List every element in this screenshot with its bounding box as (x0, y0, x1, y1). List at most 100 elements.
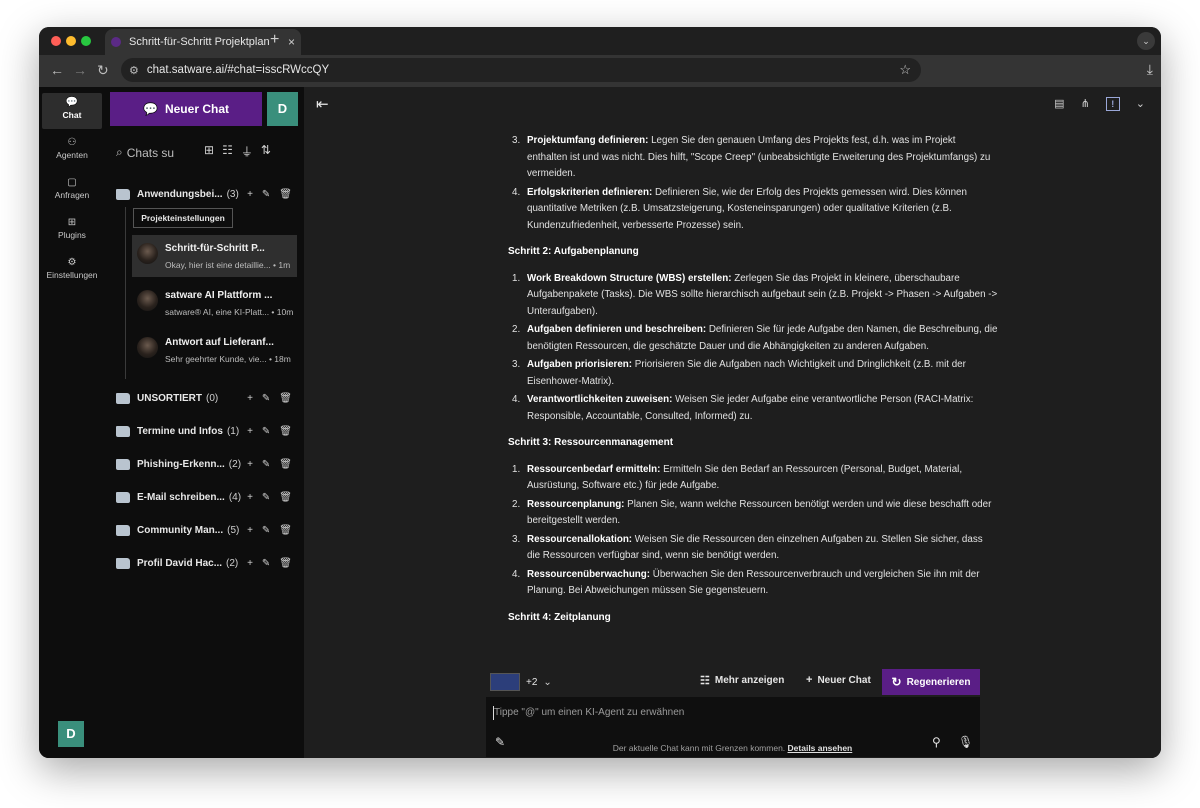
folder-item[interactable]: Anwendungsbei... (3) + ✎ 🗑 (116, 185, 298, 203)
new-folder-icon[interactable]: ⊞ (204, 143, 214, 160)
rail-item-agents[interactable]: ⚇ Agenten (42, 133, 102, 169)
show-more-button[interactable]: ☷ Mehr anzeigen (700, 674, 784, 687)
list-number: 4. (512, 394, 521, 405)
minimize-window-button[interactable] (66, 36, 76, 46)
chat-item[interactable]: Antwort auf Lieferanf... Sehr geehrter K… (132, 329, 297, 371)
address-bar[interactable]: ⚙ chat.satware.ai/#chat=isscRWccQY ☆ (121, 58, 921, 82)
rail-item-prompts[interactable]: ▢ Anfragen (42, 173, 102, 209)
delete-icon[interactable]: 🗑 (279, 393, 292, 404)
chat-title: Antwort auf Lieferanf... (165, 337, 274, 348)
chat-search-input[interactable]: ⌕ Chats su (116, 145, 174, 160)
folder-icon (116, 425, 130, 437)
add-icon[interactable]: + (247, 189, 253, 200)
list-item-title: Erfolgskriterien definieren: (527, 186, 653, 198)
search-placeholder[interactable]: Chats su (127, 146, 174, 160)
add-icon[interactable]: + (247, 492, 253, 503)
chevron-down-icon[interactable]: ⌄ (543, 677, 551, 688)
chat-item[interactable]: satware AI Plattform ... satware® AI, ei… (132, 282, 297, 324)
delete-icon[interactable]: 🗑 (279, 525, 292, 536)
details-link[interactable]: Details ansehen (788, 743, 853, 753)
folder-item[interactable]: Phishing-Erkenn... (2) + ✎ 🗑 (116, 455, 298, 473)
edit-icon[interactable]: ✎ (262, 492, 270, 503)
favicon-icon (111, 37, 121, 47)
new-chat-icon: 💬 (143, 102, 158, 116)
list-item-title: Ressourcenbedarf ermitteln: (527, 463, 661, 475)
sidebar-toggle-icon[interactable]: ⇤ (316, 95, 329, 113)
add-icon[interactable]: + (247, 459, 253, 470)
model-selector[interactable]: +2 ⌄ (490, 672, 552, 692)
edit-icon[interactable]: ✎ (262, 558, 270, 569)
new-chat-action-button[interactable]: + Neuer Chat (806, 674, 871, 686)
folder-actions: + ✎ 🗑 (247, 492, 292, 503)
edit-icon[interactable]: ✎ (262, 189, 270, 200)
list-item: 1. Ressourcenbedarf ermitteln: Ermitteln … (508, 462, 998, 495)
tab-bar: Schritt-für-Schritt Projektplan × + ⌄ (39, 27, 1161, 55)
site-settings-icon[interactable]: ⚙ (129, 64, 139, 77)
folder-actions: + ✎ 🗑 (247, 558, 292, 569)
list-number: 4. (512, 568, 521, 580)
add-icon[interactable]: + (247, 426, 253, 437)
sort-icon[interactable]: ⇅ (261, 143, 271, 160)
folder-icon (116, 458, 130, 470)
delete-icon[interactable]: 🗑 (279, 426, 292, 437)
regenerate-button[interactable]: ↻ Regenerieren (882, 669, 980, 695)
edit-icon[interactable]: ✎ (262, 459, 270, 470)
rail-item-plugins[interactable]: ⊞ Plugins (42, 213, 102, 249)
section-heading: Schritt 2: Aufgabenplanung (508, 246, 639, 257)
delete-icon[interactable]: 🗑 (279, 558, 292, 569)
new-tab-button[interactable]: + (270, 31, 279, 49)
edit-icon[interactable]: ✎ (262, 525, 270, 536)
add-icon[interactable]: + (247, 558, 253, 569)
folder-item[interactable]: Profil David Hac... (2) + ✎ 🗑 (116, 554, 298, 572)
chat-list-panel: 💬 Neuer Chat D ⌕ Chats su ⊞ ☷ ⏚ ⇅ Anwend… (104, 87, 304, 758)
share-icon[interactable]: ⋔ (1081, 97, 1090, 111)
plugins-icon: ⊞ (67, 217, 77, 228)
back-icon[interactable]: ← (50, 62, 64, 78)
input-placeholder[interactable]: Tippe "@" um einen KI-Agent zu erwähnen (494, 707, 684, 718)
list-item: 2. Ressourcenplanung: Planen Sie, wann we… (508, 497, 998, 530)
add-icon[interactable]: + (247, 393, 253, 404)
folder-item[interactable]: UNSORTIERT (0) + ✎ 🗑 (116, 389, 298, 407)
folder-icon (116, 557, 130, 569)
avatar[interactable]: D (58, 721, 84, 747)
add-icon[interactable]: + (247, 525, 253, 536)
url-text[interactable]: chat.satware.ai/#chat=isscRWccQY (147, 64, 899, 76)
delete-icon[interactable]: 🗑 (279, 492, 292, 503)
maximize-window-button[interactable] (81, 36, 91, 46)
close-window-button[interactable] (51, 36, 61, 46)
tab-menu-icon[interactable]: ⌄ (1137, 32, 1155, 50)
list-number: 4. (512, 186, 521, 198)
section-heading: Schritt 3: Ressourcenmanagement (508, 437, 674, 448)
forward-icon[interactable]: → (73, 62, 87, 78)
rail-item-settings[interactable]: ⚙ Einstellungen (42, 253, 102, 289)
browser-window: Schritt-für-Schritt Projektplan × + ⌄ ← … (39, 27, 1161, 758)
reload-icon[interactable]: ↻ (97, 62, 109, 79)
chat-avatar (137, 243, 158, 264)
user-avatar[interactable]: D (267, 92, 298, 126)
folder-item[interactable]: Community Man... (5) + ✎ 🗑 (116, 521, 298, 539)
rail-item-chat[interactable]: 💬 Chat (42, 93, 102, 129)
folder-actions: + ✎ 🗑 (247, 459, 292, 470)
folder-count: (1) (226, 425, 240, 437)
chevron-down-icon[interactable]: ⌄ (1136, 97, 1145, 111)
footer-text: Der aktuelle Chat kann mit Grenzen komme… (612, 743, 786, 753)
delete-icon[interactable]: 🗑 (279, 189, 292, 200)
export-icon[interactable]: ▤ (1054, 97, 1064, 111)
edit-icon[interactable]: ✎ (262, 426, 270, 437)
prompts-icon: ▢ (67, 177, 77, 188)
select-icon[interactable]: ☷ (222, 143, 233, 160)
delete-icon[interactable]: 🗑 (279, 459, 292, 470)
new-chat-button[interactable]: 💬 Neuer Chat (110, 92, 262, 126)
download-icon[interactable]: ⤓ (1147, 61, 1153, 78)
folder-item[interactable]: Termine und Infos (1) + ✎ 🗑 (116, 422, 298, 440)
star-icon[interactable]: ☆ (899, 62, 911, 78)
folder-item[interactable]: E-Mail schreiben... (4) + ✎ 🗑 (116, 488, 298, 506)
app-area: 💬 Chat ⚇ Agenten ▢ Anfragen ⊞ Plugins ⚙ … (39, 87, 1161, 758)
report-icon[interactable]: ! (1105, 97, 1120, 111)
filter-icon[interactable]: ⏚ (241, 143, 253, 160)
tab-close-icon[interactable]: × (288, 35, 295, 49)
chat-item-active[interactable]: Schritt-für-Schritt P... Okay, hier ist … (132, 235, 297, 277)
folder-open-icon (116, 188, 130, 200)
edit-icon[interactable]: ✎ (262, 393, 270, 404)
chat-avatar (137, 290, 158, 311)
